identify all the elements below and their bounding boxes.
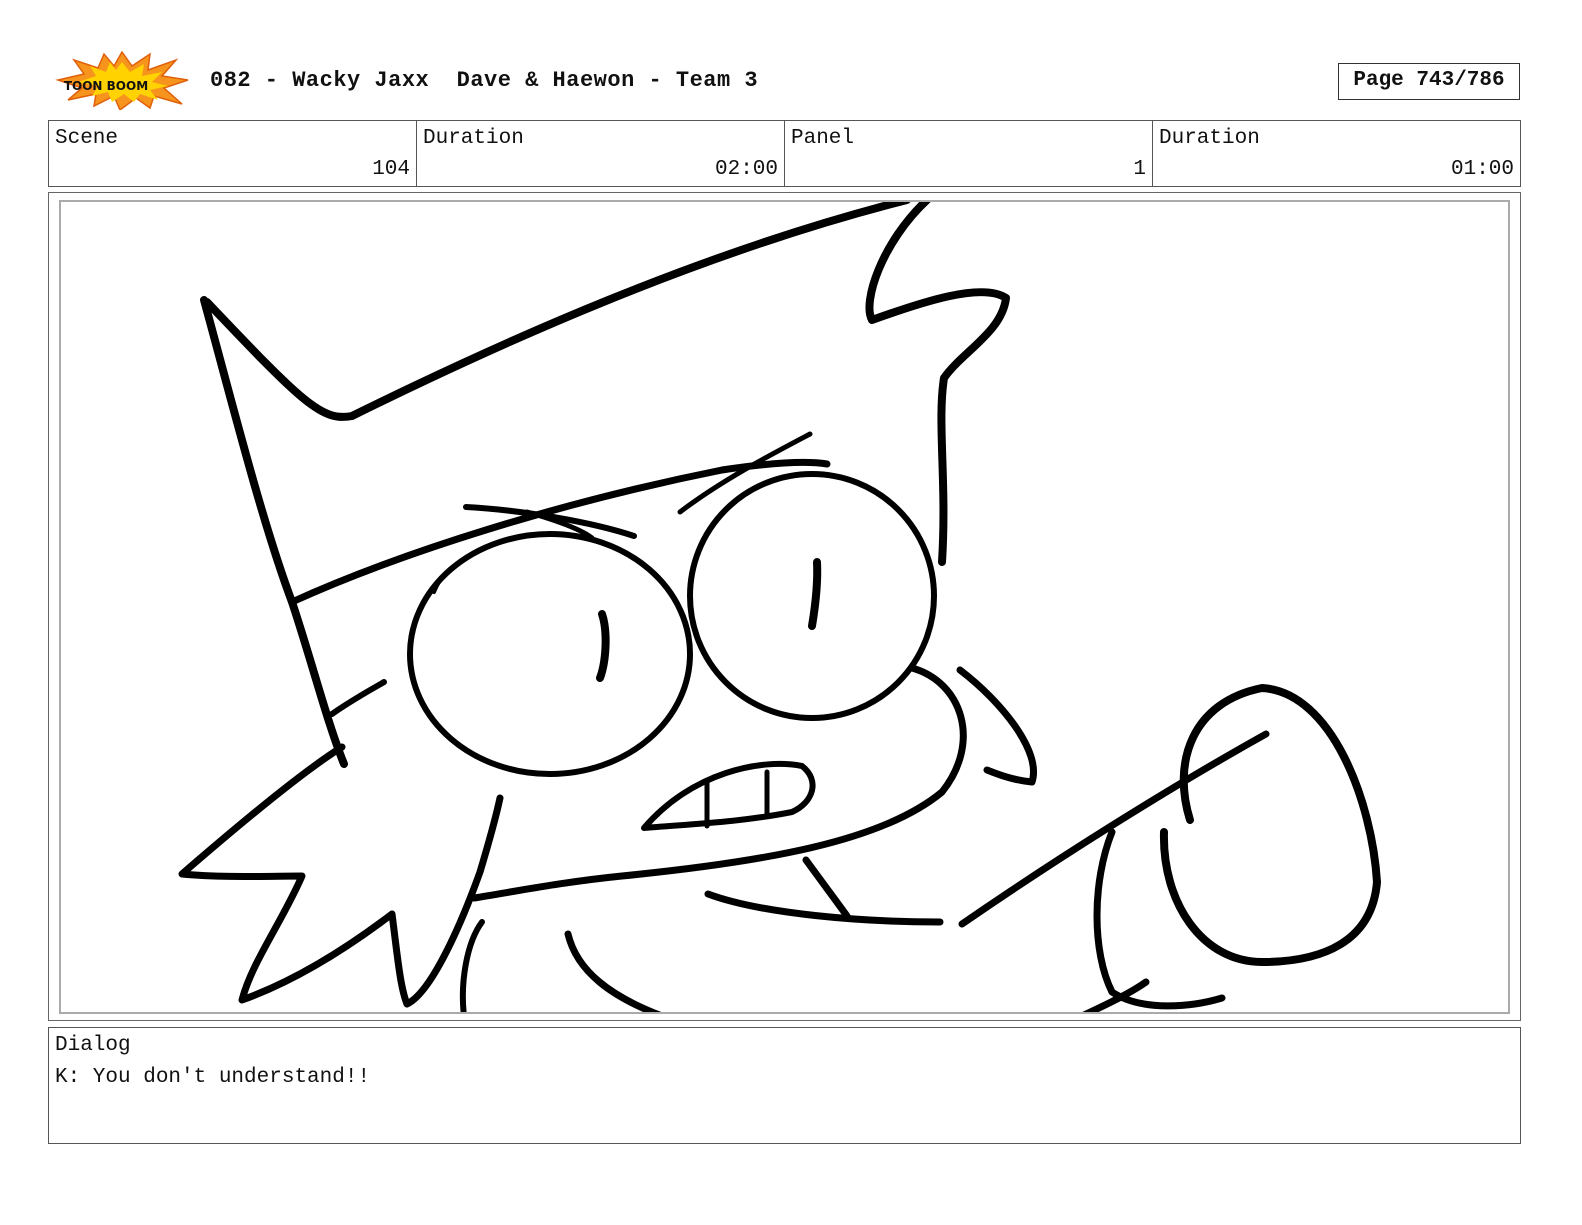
sketch-eye-left xyxy=(407,531,693,777)
logo-text: TOON BOOM xyxy=(64,79,148,93)
scene-duration-value: 02:00 xyxy=(714,158,778,181)
sketch-mic-handle xyxy=(1093,828,1226,1010)
toon-boom-logo: TOON BOOM xyxy=(55,50,189,110)
panel-value: 1 xyxy=(1133,158,1146,181)
sketch-body-right xyxy=(564,930,662,1012)
sketch-eye-highlight xyxy=(432,560,462,594)
sketch-body-left xyxy=(459,919,485,1012)
panel-duration-value: 01:00 xyxy=(1450,158,1514,181)
sketch-hair-spikes xyxy=(178,743,504,1008)
page-counter: Page 743/786 xyxy=(1338,63,1520,100)
sketch-cheek-2 xyxy=(956,666,1037,786)
panel-label: Panel xyxy=(791,127,855,150)
dialog-label: Dialog xyxy=(55,1034,131,1057)
scene-value: 104 xyxy=(372,158,410,181)
scene-cell: Scene 104 xyxy=(49,121,417,186)
scene-duration-cell: Duration 02:00 xyxy=(417,121,785,186)
scene-duration-label: Duration xyxy=(423,127,524,150)
sketch-mic-cable xyxy=(958,730,1270,928)
sketch-hair-strand xyxy=(329,679,387,717)
sketch-collar xyxy=(704,890,944,926)
sketch-mic-base xyxy=(1082,978,1150,1012)
sketch-pupil-right xyxy=(808,558,822,630)
scene-info-table: Scene 104 Duration 02:00 Panel 1 Duratio… xyxy=(48,120,1521,187)
sketch-cheek xyxy=(470,664,967,902)
sketch-pupil-left xyxy=(596,610,610,682)
sketch-mic-head xyxy=(1159,684,1381,966)
sketch-mouth xyxy=(641,760,816,831)
storyboard-title: 082 - Wacky Jaxx Dave & Haewon - Team 3 xyxy=(210,68,759,93)
dialog-box: Dialog K: You don't understand!! xyxy=(48,1027,1521,1144)
dialog-text: K: You don't understand!! xyxy=(55,1066,371,1089)
sketch-chin xyxy=(802,856,851,920)
panel-drawing xyxy=(178,202,1381,1012)
panel-duration-label: Duration xyxy=(1159,127,1260,150)
panel-frame xyxy=(59,200,1510,1014)
panel-cell: Panel 1 xyxy=(785,121,1153,186)
panel-duration-cell: Duration 01:00 xyxy=(1153,121,1520,186)
sketch-head-outline xyxy=(865,202,1010,566)
scene-label: Scene xyxy=(55,127,119,150)
sketch-hat-top xyxy=(203,202,911,421)
page-counter-text: Page 743/786 xyxy=(1353,69,1505,92)
